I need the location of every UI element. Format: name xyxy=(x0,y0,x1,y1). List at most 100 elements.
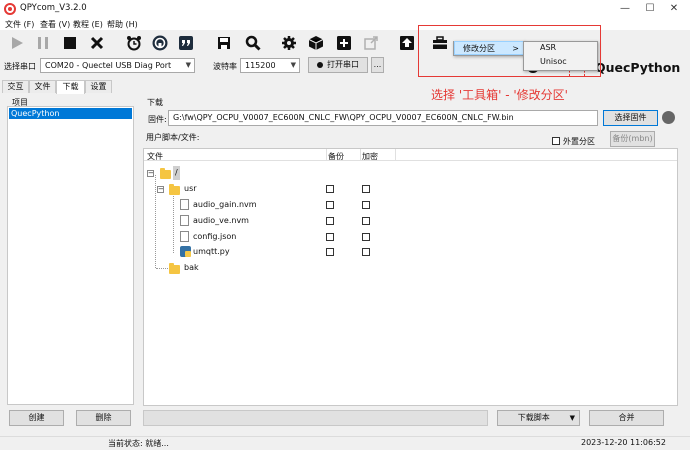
quote-icon[interactable] xyxy=(177,34,195,52)
delete-button[interactable]: 删除 xyxy=(76,410,131,426)
progress-bar xyxy=(143,410,488,426)
chevron-down-icon: ▼ xyxy=(569,414,575,422)
table-header xyxy=(144,149,677,161)
file-table xyxy=(143,148,678,406)
external-partition-label: 外置分区 xyxy=(563,137,595,146)
user-script-label: 用户脚本/文件: xyxy=(146,133,200,142)
create-button[interactable]: 创建 xyxy=(9,410,64,426)
file-icon xyxy=(180,199,189,210)
python-file-icon-accent xyxy=(185,251,191,257)
window-title: QPYcom_V3.2.0 xyxy=(20,3,87,13)
status-timestamp: 2023-12-20 11:06:52 xyxy=(581,438,666,447)
project-item[interactable]: QuecPython xyxy=(9,108,132,119)
backup-checkbox[interactable] xyxy=(326,248,334,256)
collapse-icon[interactable]: − xyxy=(157,186,164,193)
chevron-down-icon: ▼ xyxy=(290,61,296,69)
terminal-icon[interactable] xyxy=(151,34,169,52)
download-section-label: 下载 xyxy=(147,98,163,107)
open-port-label: 打开串口 xyxy=(327,60,359,69)
folder-icon xyxy=(160,168,171,179)
cube-icon[interactable] xyxy=(307,34,325,52)
title-bar xyxy=(0,0,690,18)
column-header-encrypt: 加密 xyxy=(362,152,378,161)
select-firmware-button[interactable]: 选择固件 xyxy=(603,110,658,126)
collapse-icon[interactable]: − xyxy=(147,170,154,177)
alarm-clock-icon[interactable] xyxy=(125,34,143,52)
app-logo-icon xyxy=(4,3,16,15)
tab-files[interactable]: 文件 xyxy=(29,80,56,93)
backup-checkbox[interactable] xyxy=(326,217,334,225)
stop-icon[interactable] xyxy=(61,34,79,52)
baud-label: 波特率 xyxy=(213,62,237,71)
encrypt-checkbox[interactable] xyxy=(362,217,370,225)
tree-guide xyxy=(155,175,156,268)
backup-checkbox[interactable] xyxy=(326,185,334,193)
download-script-button[interactable]: 下载脚本 ▼ xyxy=(497,410,580,426)
menu-file[interactable]: 文件 (F) xyxy=(5,19,34,30)
open-port-button[interactable]: 打开串口 xyxy=(308,57,368,73)
baud-value: 115200 xyxy=(245,61,276,70)
tab-settings[interactable]: 设置 xyxy=(85,80,112,93)
save-icon[interactable] xyxy=(215,34,233,52)
port-value: COM20 - Quectel USB Diag Port xyxy=(45,61,172,70)
column-header-file: 文件 xyxy=(147,152,163,161)
maximize-icon[interactable]: ☐ xyxy=(643,2,657,16)
project-list xyxy=(7,106,134,405)
backup-checkbox[interactable] xyxy=(326,233,334,241)
backup-mbn-button[interactable]: 备份(mbn) xyxy=(610,131,655,147)
chevron-down-icon: ▼ xyxy=(185,61,191,69)
brand-name: QuecPython xyxy=(595,60,681,75)
upload-icon[interactable] xyxy=(398,34,416,52)
tree-item-umqtt[interactable]: umqtt.py xyxy=(193,244,230,259)
menu-tutorial[interactable]: 教程 (E) xyxy=(73,19,103,30)
encrypt-checkbox[interactable] xyxy=(362,233,370,241)
menu-help[interactable]: 帮助 (H) xyxy=(107,19,138,30)
folder-icon xyxy=(169,184,180,195)
encrypt-checkbox[interactable] xyxy=(362,201,370,209)
encrypt-checkbox[interactable] xyxy=(362,248,370,256)
firmware-path-field[interactable]: G:\fw\QPY_OCPU_V0007_EC600N_CNLC_FW\QPY_… xyxy=(168,110,598,126)
backup-checkbox[interactable] xyxy=(326,201,334,209)
port-label: 选择串口 xyxy=(4,62,36,71)
baud-select[interactable]: 115200 ▼ xyxy=(240,58,300,73)
tree-item-config[interactable]: config.json xyxy=(193,229,236,244)
status-text: 当前状态: 就绪... xyxy=(108,439,169,448)
encrypt-checkbox[interactable] xyxy=(362,185,370,193)
column-divider xyxy=(360,149,361,161)
search-icon[interactable] xyxy=(244,34,262,52)
tree-item-usr[interactable]: usr xyxy=(184,181,197,196)
plus-icon[interactable] xyxy=(335,34,353,52)
external-link-icon[interactable] xyxy=(362,34,380,52)
column-header-backup: 备份 xyxy=(328,152,344,161)
more-button[interactable]: ... xyxy=(371,57,384,73)
external-partition-checkbox[interactable] xyxy=(552,137,560,145)
firmware-label: 固件: xyxy=(148,115,167,124)
tab-download[interactable]: 下载 xyxy=(56,80,85,94)
tree-item-bak[interactable]: bak xyxy=(184,260,199,275)
annotation-text: 选择 '工具箱' - '修改分区' xyxy=(431,88,568,102)
tree-item-root[interactable]: / xyxy=(173,166,180,180)
pause-icon[interactable] xyxy=(34,34,52,52)
folder-icon xyxy=(169,263,180,274)
menu-view[interactable]: 查看 (V) xyxy=(40,19,70,30)
tree-guide xyxy=(156,268,170,269)
download-script-label: 下载脚本 xyxy=(517,413,550,422)
column-divider xyxy=(326,149,327,161)
port-select[interactable]: COM20 - Quectel USB Diag Port ▼ xyxy=(40,58,195,73)
close-window-icon[interactable]: ✕ xyxy=(667,2,681,16)
tree-guide xyxy=(173,193,174,253)
gear-icon[interactable] xyxy=(280,34,298,52)
close-icon[interactable] xyxy=(88,34,106,52)
tree-item-audio-gain[interactable]: audio_gain.nvm xyxy=(193,197,257,212)
column-divider xyxy=(395,149,396,161)
status-light-icon xyxy=(662,111,675,124)
record-dot-icon xyxy=(317,61,323,68)
tab-interactive[interactable]: 交互 xyxy=(2,80,29,93)
tree-item-audio-ve[interactable]: audio_ve.nvm xyxy=(193,213,249,228)
minimize-icon[interactable]: — xyxy=(618,2,632,16)
merge-button[interactable]: 合并 xyxy=(589,410,664,426)
file-icon xyxy=(180,231,189,242)
play-icon[interactable] xyxy=(8,34,26,52)
file-icon xyxy=(180,215,189,226)
annotation-box xyxy=(418,25,601,77)
